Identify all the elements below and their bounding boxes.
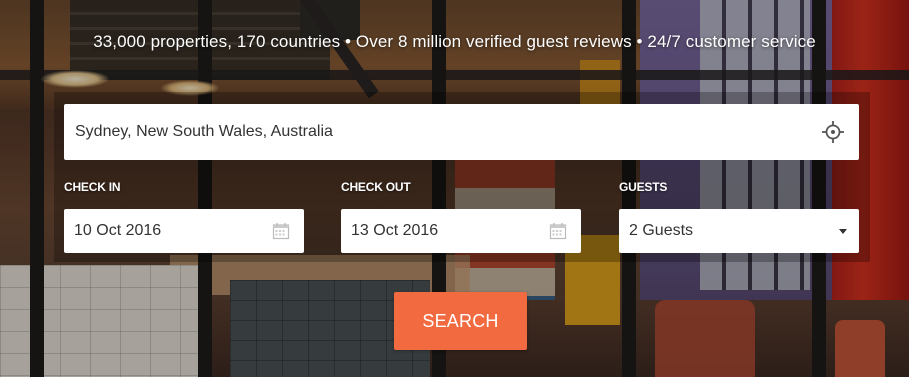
check-out-field[interactable]: 13 Oct 2016 <box>341 209 581 253</box>
check-in-value: 10 Oct 2016 <box>74 222 162 239</box>
destination-field[interactable] <box>64 104 859 160</box>
destination-input[interactable] <box>75 104 795 160</box>
hero-tagline: 33,000 properties, 170 countries • Over … <box>93 32 816 51</box>
search-button[interactable]: SEARCH <box>394 292 527 350</box>
caret-down-icon <box>839 229 847 234</box>
guests-label: GUESTS <box>619 180 668 194</box>
check-out-label: CHECK OUT <box>341 180 411 194</box>
calendar-icon <box>272 223 290 240</box>
check-in-label: CHECK IN <box>64 180 121 194</box>
crosshair-icon[interactable] <box>821 120 845 144</box>
guests-value: 2 Guests <box>629 222 694 239</box>
check-out-value: 13 Oct 2016 <box>351 222 439 239</box>
guests-select[interactable]: 2 Guests <box>619 209 859 253</box>
check-in-field[interactable]: 10 Oct 2016 <box>64 209 304 253</box>
calendar-icon <box>549 223 567 240</box>
